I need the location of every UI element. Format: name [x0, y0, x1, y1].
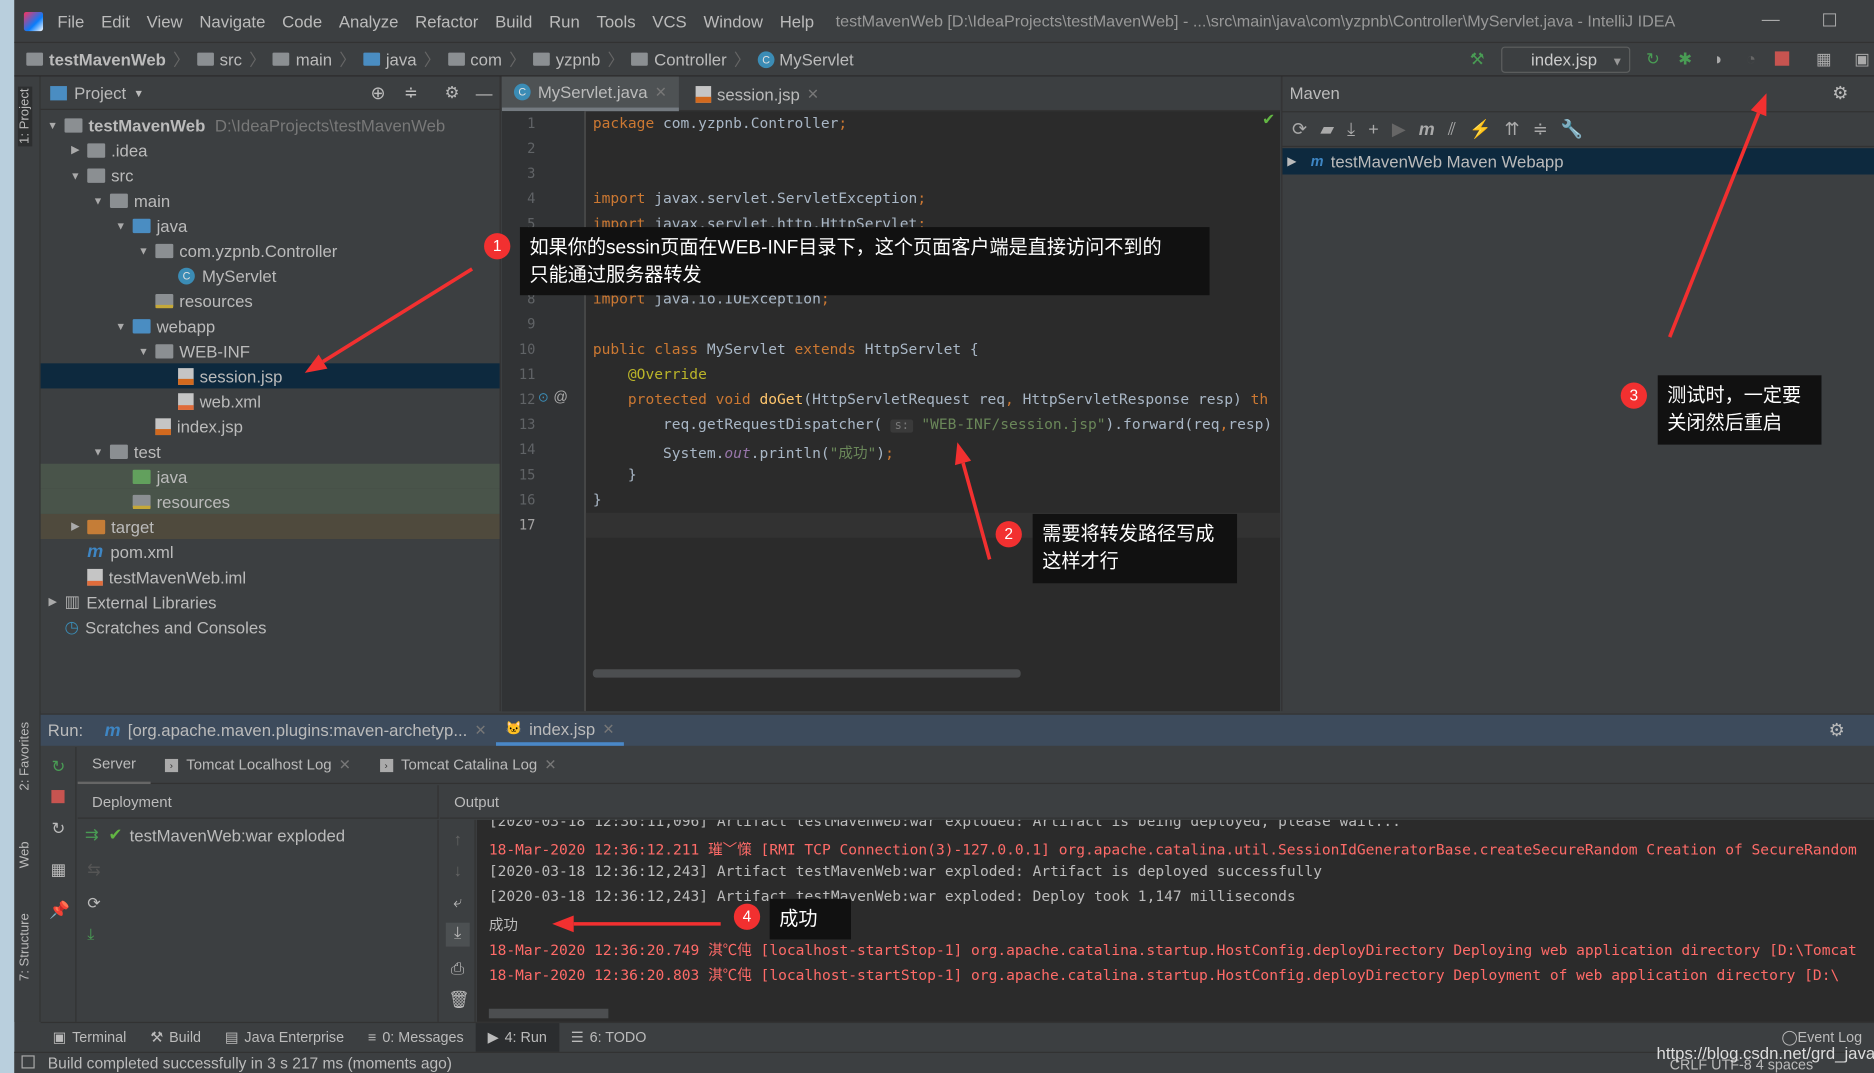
annotation-1-callout: 如果你的sessin页面在WEB-INF目录下，这个页面客户端是直接访问不到的 …	[519, 227, 1210, 296]
annotation-arrowhead-3	[1750, 93, 1767, 117]
annotation-arrows	[304, 93, 1767, 933]
annotation-2-callout: 需要将转发路径写成 这样才行	[1032, 513, 1238, 584]
annotation-3-badge: 3	[1620, 382, 1647, 409]
annotation-arrowhead-2	[955, 442, 972, 466]
annotation-4-badge: 4	[733, 903, 761, 930]
annotation-arrow-2	[961, 462, 992, 560]
annotation-arrowhead-4	[552, 915, 574, 933]
annotation-arrow-1	[322, 267, 474, 364]
annotation-arrowhead-1	[304, 354, 328, 373]
annotation-1-badge: 1	[484, 233, 511, 260]
annotation-arrow-3	[1668, 112, 1761, 338]
annotation-3-callout: 测试时，一定要 关闭然后重启	[1657, 375, 1822, 445]
annotation-4-callout: 成功	[769, 898, 851, 940]
annotation-2-badge: 2	[995, 521, 1022, 548]
